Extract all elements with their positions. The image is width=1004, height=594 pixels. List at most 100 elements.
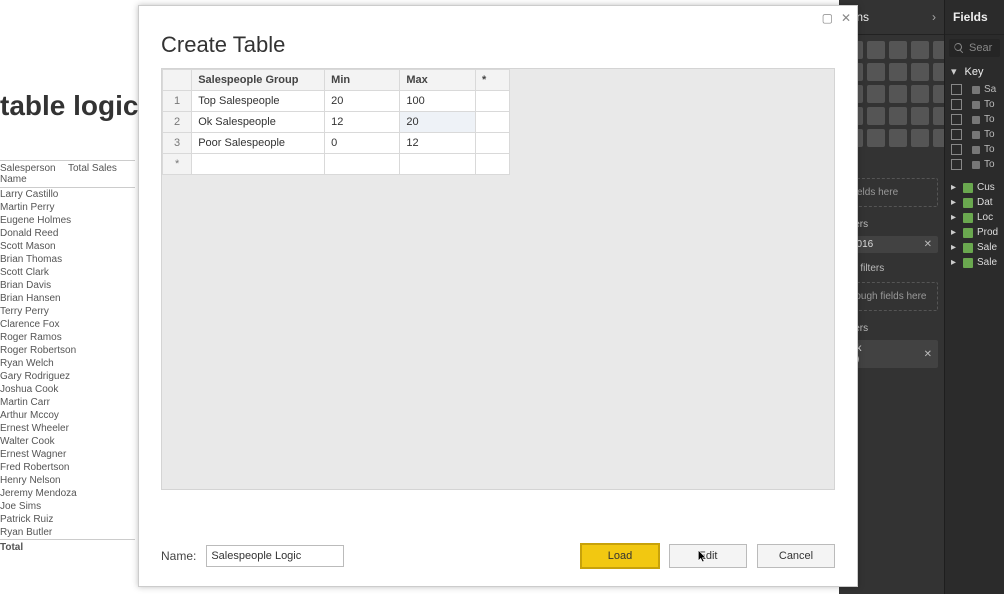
bg-row: Scott Clark [0,266,135,279]
bg-row: Henry Nelson [0,474,135,487]
viz-type-icon[interactable] [867,63,885,81]
checkbox-icon[interactable] [951,159,962,170]
cell-extra[interactable] [475,112,509,133]
table-item[interactable]: ▸Prod [945,225,1004,240]
viz-type-icon[interactable] [911,41,929,59]
field-item[interactable]: To [945,142,1004,157]
row-header-blank [163,70,192,91]
cell-min[interactable]: 20 [325,91,400,112]
cell-extra[interactable] [475,133,509,154]
cell-max[interactable] [400,154,476,175]
close-icon[interactable]: ✕ [924,349,932,360]
field-item[interactable]: To [945,127,1004,142]
viz-type-icon[interactable] [867,41,885,59]
table-row[interactable]: 1Top Salespeople20100 [163,91,510,112]
bg-row: Terry Perry [0,305,135,318]
page-title-text: table logic [0,90,138,121]
maximize-icon[interactable]: ▢ [822,11,833,25]
table-row[interactable]: 2Ok Salespeople1220 [163,112,510,133]
viz-type-icon[interactable] [889,107,907,125]
viz-type-icon[interactable] [911,85,929,103]
table-label: Sale [977,242,997,253]
cell-max[interactable]: 20 [400,112,476,133]
table-icon [963,243,973,253]
cell-min[interactable] [325,154,400,175]
viz-type-icon[interactable] [911,129,929,147]
col-header-group[interactable]: Salespeople Group [192,70,325,91]
cell-group[interactable]: Poor Salespeople [192,133,325,154]
field-item[interactable]: Sa [945,82,1004,97]
bg-row: Jeremy Mendoza [0,487,135,500]
table-name-input[interactable] [206,545,344,567]
table-label: Dat [977,197,993,208]
cell-extra[interactable] [475,91,509,112]
viz-type-icon[interactable] [889,63,907,81]
chevron-right-icon[interactable]: › [932,10,936,24]
viz-type-icon[interactable] [889,85,907,103]
viz-type-icon[interactable] [889,129,907,147]
table-item[interactable]: ▸Sale [945,255,1004,270]
bg-total-row: Total [0,539,135,553]
cell-group[interactable] [192,154,325,175]
checkbox-icon[interactable] [951,84,962,95]
col-header-max[interactable]: Max [400,70,476,91]
bg-row: Donald Reed [0,227,135,240]
fields-pane[interactable]: Fields Sear ▾ Key SaToToToToTo ▸Cus▸Dat▸… [944,0,1004,594]
viz-type-icon[interactable] [911,107,929,125]
caret-right-icon: ▸ [951,242,959,253]
bg-row: Roger Robertson [0,344,135,357]
field-item[interactable]: To [945,97,1004,112]
viz-type-icon[interactable] [911,63,929,81]
viz-type-icon[interactable] [889,41,907,59]
cell-min[interactable]: 12 [325,112,400,133]
cell-max[interactable]: 12 [400,133,476,154]
bg-row: Larry Castillo [0,188,135,201]
cell-group[interactable]: Ok Salespeople [192,112,325,133]
checkbox-icon[interactable] [951,99,962,110]
bg-col-name: Salesperson Name [0,163,68,185]
drill-hint: rough fields here [852,291,927,302]
cell-max[interactable]: 100 [400,91,476,112]
drill-dropzone[interactable]: rough fields here [845,282,938,311]
viz-type-icon[interactable] [867,129,885,147]
checkbox-icon[interactable] [951,114,962,125]
table-label: Cus [977,182,995,193]
cancel-button[interactable]: Cancel [757,544,835,568]
table-row-new[interactable]: * [163,154,510,175]
table-item[interactable]: ▸Cus [945,180,1004,195]
column-icon [972,131,980,139]
load-label: Load [608,550,632,562]
col-header-add[interactable]: * [475,70,509,91]
viz-type-icon[interactable] [867,107,885,125]
checkbox-icon[interactable] [951,129,962,140]
close-icon[interactable]: ✕ [924,239,932,250]
bg-row: Gary Rodriguez [0,370,135,383]
column-icon [972,86,980,94]
edit-button[interactable]: Edit [669,544,747,568]
checkbox-icon[interactable] [951,144,962,155]
load-button[interactable]: Load [581,544,659,568]
search-input[interactable]: Sear [949,39,1000,57]
bg-row: Clarence Fox [0,318,135,331]
bg-row: Roger Ramos [0,331,135,344]
row-number: 2 [163,112,192,133]
viz-type-icon[interactable] [867,85,885,103]
cell-min[interactable]: 0 [325,133,400,154]
table-item[interactable]: ▸Dat [945,195,1004,210]
cell-extra[interactable] [475,154,509,175]
col-header-min[interactable]: Min [325,70,400,91]
filter-chip-week[interactable]: ek k) ✕ [845,340,938,368]
bg-row: Ernest Wheeler [0,422,135,435]
cell-group[interactable]: Top Salespeople [192,91,325,112]
table-item[interactable]: ▸ Sale [945,240,1004,255]
table-item[interactable]: ▸Loc [945,210,1004,225]
table-row[interactable]: 3Poor Salespeople012 [163,133,510,154]
field-label: To [984,159,995,170]
field-item[interactable]: To [945,157,1004,172]
key-table-header[interactable]: ▾ Key [945,61,1004,82]
table-editor[interactable]: Salespeople Group Min Max * 1Top Salespe… [161,68,835,490]
field-item[interactable]: To [945,112,1004,127]
filter-chip-year[interactable]: 2016 ✕ [845,236,938,253]
close-icon[interactable]: ✕ [841,11,851,25]
values-dropzone[interactable]: fields here [845,178,938,207]
